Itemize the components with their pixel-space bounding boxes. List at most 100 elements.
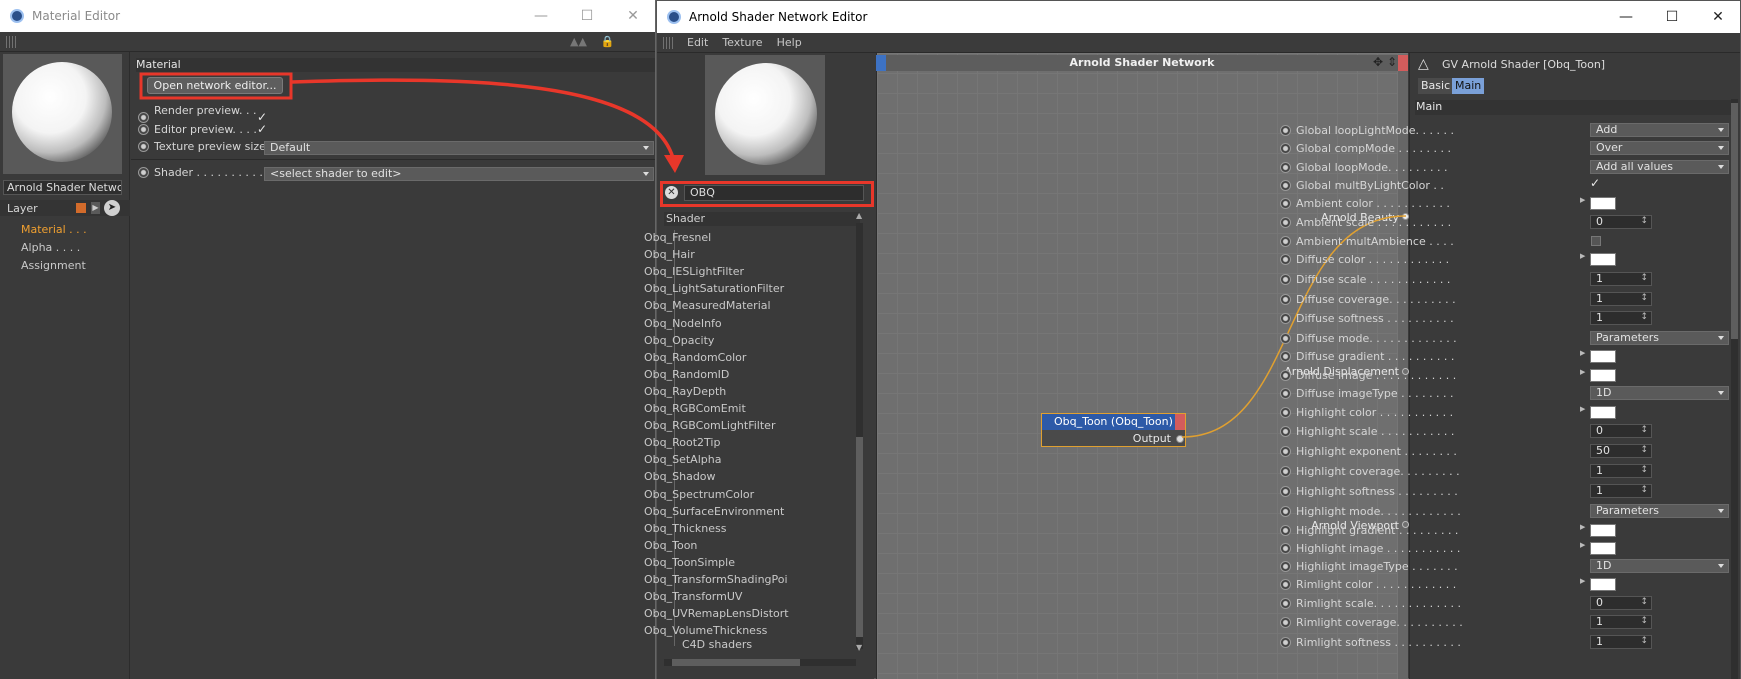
attribute-number-field[interactable]: 1 xyxy=(1590,292,1652,306)
texture-preview-anim-icon[interactable] xyxy=(138,141,149,152)
animate-toggle-icon[interactable] xyxy=(1280,579,1291,590)
list-scroll-down-icon[interactable]: ▼ xyxy=(856,643,862,652)
channel-material[interactable]: Material . . . xyxy=(21,223,87,236)
animate-toggle-icon[interactable] xyxy=(1280,313,1291,324)
attribute-checkbox[interactable]: ✓ xyxy=(1590,176,1600,190)
tab-main[interactable]: Main xyxy=(1452,78,1485,94)
color-swatch[interactable] xyxy=(1590,350,1616,363)
shader-list-item[interactable]: Obq_SurfaceEnvironment xyxy=(644,505,784,518)
attribute-dropdown[interactable]: Parameters xyxy=(1590,331,1729,345)
material-name-field[interactable]: Arnold Shader Netwc xyxy=(3,180,122,195)
animate-toggle-icon[interactable] xyxy=(1280,370,1291,381)
attribute-dropdown[interactable]: Parameters xyxy=(1590,504,1729,518)
shader-list-item[interactable]: Obq_RGBComEmit xyxy=(644,402,746,415)
attribute-dropdown[interactable]: 1D xyxy=(1590,386,1729,400)
animate-toggle-icon[interactable] xyxy=(1280,617,1291,628)
attribute-number-field[interactable]: 1 xyxy=(1590,464,1652,478)
shader-list-item[interactable]: Obq_IESLightFilter xyxy=(644,265,744,278)
shader-list-vscrollbar[interactable] xyxy=(856,223,863,649)
attribute-number-field[interactable]: 1 xyxy=(1590,635,1652,649)
shader-group-c4d[interactable]: C4D shaders xyxy=(682,638,752,651)
color-expand-icon[interactable]: ▶ xyxy=(1580,368,1585,376)
close-button[interactable]: ✕ xyxy=(610,0,655,32)
shader-list-item[interactable]: Obq_RandomColor xyxy=(644,351,746,364)
attribute-dropdown[interactable]: Add xyxy=(1590,123,1729,137)
animate-toggle-icon[interactable] xyxy=(1280,333,1291,344)
color-expand-icon[interactable]: ▶ xyxy=(1580,577,1585,585)
shader-list-item[interactable]: Obq_RandomID xyxy=(644,368,729,381)
color-swatch[interactable] xyxy=(1590,197,1616,210)
attribute-number-field[interactable]: 1 xyxy=(1590,272,1652,286)
animate-toggle-icon[interactable] xyxy=(1280,525,1291,536)
animate-toggle-icon[interactable] xyxy=(1280,407,1291,418)
shader-list-item[interactable]: Obq_Hair xyxy=(644,248,695,261)
attribute-number-field[interactable]: 1 xyxy=(1590,484,1652,498)
shader-list-item[interactable]: Obq_Thickness xyxy=(644,522,727,535)
open-network-editor-button[interactable]: Open network editor... xyxy=(147,77,283,94)
shader-list-item[interactable]: Obq_LightSaturationFilter xyxy=(644,282,784,295)
shader-dropdown[interactable]: <select shader to edit> xyxy=(264,167,654,181)
shader-list-item[interactable]: Obq_TransformShadingPoi xyxy=(644,573,788,586)
attribute-vscrollbar[interactable] xyxy=(1731,99,1738,679)
animate-toggle-icon[interactable] xyxy=(1280,506,1291,517)
nav-arrows-icon[interactable]: ▲▲ xyxy=(570,35,587,48)
attribute-dropdown[interactable]: 1D xyxy=(1590,559,1729,573)
shader-list-item[interactable]: Obq_UVRemapLensDistort xyxy=(644,607,789,620)
color-swatch[interactable] xyxy=(1590,524,1616,537)
animate-toggle-icon[interactable] xyxy=(1280,274,1291,285)
animate-toggle-icon[interactable] xyxy=(1280,637,1291,648)
shader-list-item[interactable]: Obq_Opacity xyxy=(644,334,714,347)
texture-preview-dropdown[interactable]: Default xyxy=(264,141,654,155)
attribute-number-field[interactable]: 0 xyxy=(1590,596,1652,610)
color-swatch[interactable] xyxy=(1590,369,1616,382)
shader-list-hscrollbar[interactable] xyxy=(664,659,856,666)
animate-toggle-icon[interactable] xyxy=(1280,388,1291,399)
shader-list-item[interactable]: Obq_RGBComLightFilter xyxy=(644,419,775,432)
channel-assignment[interactable]: Assignment xyxy=(21,259,86,272)
editor-preview-checkbox[interactable]: ✓ xyxy=(257,122,267,136)
attribute-dropdown[interactable]: Over xyxy=(1590,141,1729,155)
maximize-button[interactable]: ☐ xyxy=(564,0,610,32)
color-swatch[interactable] xyxy=(1590,253,1616,266)
attribute-number-field[interactable]: 1 xyxy=(1590,311,1652,325)
shader-list-item[interactable]: Obq_ToonSimple xyxy=(644,556,735,569)
animate-toggle-icon[interactable] xyxy=(1280,217,1291,228)
shader-list-item[interactable]: Obq_Toon xyxy=(644,539,697,552)
shader-list-item[interactable]: Obq_Fresnel xyxy=(644,231,711,244)
attribute-number-field[interactable]: 0 xyxy=(1590,424,1652,438)
attribute-number-field[interactable]: 1 xyxy=(1590,615,1652,629)
color-swatch[interactable] xyxy=(1590,406,1616,419)
color-expand-icon[interactable]: ▶ xyxy=(1580,523,1585,531)
shader-list-hscroll-thumb[interactable] xyxy=(672,659,800,666)
lock-icon[interactable]: 🔒 xyxy=(601,35,615,48)
color-expand-icon[interactable]: ▶ xyxy=(1580,196,1585,204)
animate-toggle-icon[interactable] xyxy=(1280,561,1291,572)
obq-toon-node[interactable]: Obq_Toon (Obq_Toon) Output xyxy=(1041,413,1186,447)
clear-search-icon[interactable]: ✕ xyxy=(665,186,678,199)
channel-alpha[interactable]: Alpha . . . . xyxy=(21,241,80,254)
animate-toggle-icon[interactable] xyxy=(1280,351,1291,362)
animate-toggle-icon[interactable] xyxy=(1280,598,1291,609)
editor-preview-anim-icon[interactable] xyxy=(138,123,149,135)
animate-toggle-icon[interactable] xyxy=(1280,254,1291,265)
attribute-dropdown[interactable]: Add all values xyxy=(1590,160,1729,174)
layer-arrow-icon[interactable]: ▶ xyxy=(91,202,100,214)
animate-toggle-icon[interactable] xyxy=(1280,543,1291,554)
menu-edit[interactable]: Edit xyxy=(687,36,708,49)
animate-toggle-icon[interactable] xyxy=(1280,426,1291,437)
shader-list-item[interactable]: Obq_TransformUV xyxy=(644,590,742,603)
minimize-button[interactable]: — xyxy=(518,0,564,32)
resize-icon[interactable]: ⇕ xyxy=(1387,55,1397,69)
animate-toggle-icon[interactable] xyxy=(1280,162,1291,173)
animate-toggle-icon[interactable] xyxy=(1280,125,1291,136)
attribute-number-field[interactable]: 0 xyxy=(1590,215,1652,229)
color-expand-icon[interactable]: ▶ xyxy=(1580,252,1585,260)
animate-toggle-icon[interactable] xyxy=(1280,236,1291,247)
shader-list-item[interactable]: Obq_SpectrumColor xyxy=(644,488,754,501)
attribute-number-field[interactable]: 50 xyxy=(1590,444,1652,458)
list-scroll-up-icon[interactable]: ▲ xyxy=(856,211,862,220)
render-preview-anim-icon[interactable] xyxy=(138,111,149,123)
tab-basic[interactable]: Basic xyxy=(1418,78,1454,94)
color-expand-icon[interactable]: ▶ xyxy=(1580,349,1585,357)
animate-toggle-icon[interactable] xyxy=(1280,198,1291,209)
